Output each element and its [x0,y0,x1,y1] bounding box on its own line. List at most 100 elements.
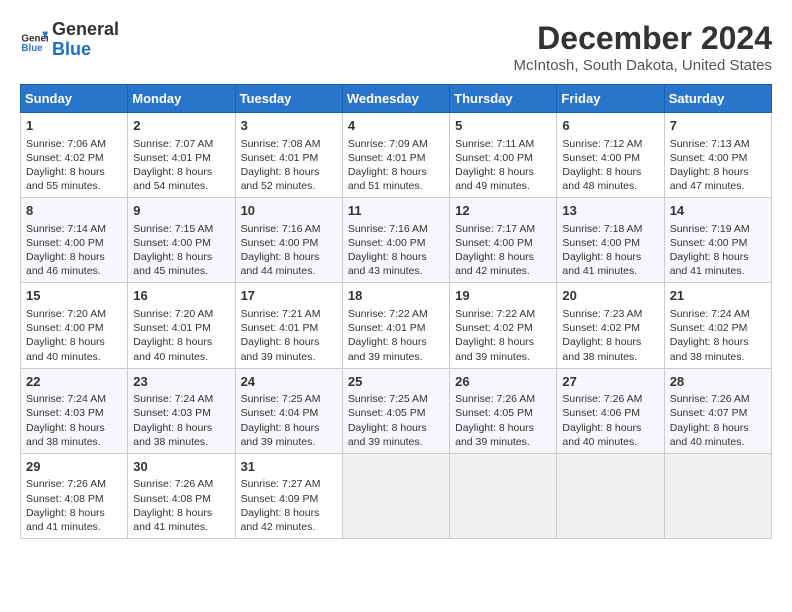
daylight-label: Daylight: 8 hours and 41 minutes. [670,251,749,277]
cell-content: 16 Sunrise: 7:20 AM Sunset: 4:01 PM Dayl… [133,287,229,363]
cell-content: 20 Sunrise: 7:23 AM Sunset: 4:02 PM Dayl… [562,287,658,363]
calendar-cell: 19 Sunrise: 7:22 AM Sunset: 4:02 PM Dayl… [450,283,557,368]
sunset-label: Sunset: 4:01 PM [133,322,211,334]
calendar-cell: 4 Sunrise: 7:09 AM Sunset: 4:01 PM Dayli… [342,113,449,198]
day-number: 6 [562,117,658,135]
daylight-label: Daylight: 8 hours and 39 minutes. [455,336,534,362]
day-number: 5 [455,117,551,135]
calendar-week-row: 29 Sunrise: 7:26 AM Sunset: 4:08 PM Dayl… [21,453,772,538]
cell-content: 7 Sunrise: 7:13 AM Sunset: 4:00 PM Dayli… [670,117,766,193]
sunrise-label: Sunrise: 7:24 AM [26,393,106,405]
calendar-cell: 5 Sunrise: 7:11 AM Sunset: 4:00 PM Dayli… [450,113,557,198]
sunrise-label: Sunrise: 7:23 AM [562,308,642,320]
sunset-label: Sunset: 4:00 PM [348,237,426,249]
sunset-label: Sunset: 4:06 PM [562,407,640,419]
sunrise-label: Sunrise: 7:11 AM [455,138,534,150]
calendar-week-row: 15 Sunrise: 7:20 AM Sunset: 4:00 PM Dayl… [21,283,772,368]
cell-content: 28 Sunrise: 7:26 AM Sunset: 4:07 PM Dayl… [670,373,766,449]
day-number: 22 [26,373,122,391]
sunset-label: Sunset: 4:00 PM [26,237,104,249]
sunset-label: Sunset: 4:03 PM [26,407,104,419]
sunrise-label: Sunrise: 7:20 AM [26,308,106,320]
daylight-label: Daylight: 8 hours and 49 minutes. [455,166,534,192]
calendar-cell: 15 Sunrise: 7:20 AM Sunset: 4:00 PM Dayl… [21,283,128,368]
cell-content: 1 Sunrise: 7:06 AM Sunset: 4:02 PM Dayli… [26,117,122,193]
sunset-label: Sunset: 4:02 PM [562,322,640,334]
cell-content: 8 Sunrise: 7:14 AM Sunset: 4:00 PM Dayli… [26,202,122,278]
day-number: 18 [348,287,444,305]
sunset-label: Sunset: 4:00 PM [562,237,640,249]
calendar-cell: 29 Sunrise: 7:26 AM Sunset: 4:08 PM Dayl… [21,453,128,538]
sunrise-label: Sunrise: 7:12 AM [562,138,642,150]
calendar-cell: 2 Sunrise: 7:07 AM Sunset: 4:01 PM Dayli… [128,113,235,198]
daylight-label: Daylight: 8 hours and 38 minutes. [670,336,749,362]
cell-content: 22 Sunrise: 7:24 AM Sunset: 4:03 PM Dayl… [26,373,122,449]
cell-content: 11 Sunrise: 7:16 AM Sunset: 4:00 PM Dayl… [348,202,444,278]
sunset-label: Sunset: 4:07 PM [670,407,748,419]
sunrise-label: Sunrise: 7:08 AM [241,138,321,150]
sunset-label: Sunset: 4:02 PM [455,322,533,334]
sunset-label: Sunset: 4:01 PM [241,152,319,164]
sunset-label: Sunset: 4:05 PM [455,407,533,419]
sunrise-label: Sunrise: 7:26 AM [133,478,213,490]
daylight-label: Daylight: 8 hours and 45 minutes. [133,251,212,277]
daylight-label: Daylight: 8 hours and 39 minutes. [348,422,427,448]
daylight-label: Daylight: 8 hours and 51 minutes. [348,166,427,192]
daylight-label: Daylight: 8 hours and 39 minutes. [241,422,320,448]
sunrise-label: Sunrise: 7:16 AM [348,223,428,235]
calendar-cell: 20 Sunrise: 7:23 AM Sunset: 4:02 PM Dayl… [557,283,664,368]
sunrise-label: Sunrise: 7:27 AM [241,478,321,490]
daylight-label: Daylight: 8 hours and 43 minutes. [348,251,427,277]
daylight-label: Daylight: 8 hours and 38 minutes. [562,336,641,362]
cell-content: 5 Sunrise: 7:11 AM Sunset: 4:00 PM Dayli… [455,117,551,193]
day-number: 31 [241,458,337,476]
cell-content: 2 Sunrise: 7:07 AM Sunset: 4:01 PM Dayli… [133,117,229,193]
day-number: 7 [670,117,766,135]
calendar-cell: 7 Sunrise: 7:13 AM Sunset: 4:00 PM Dayli… [664,113,771,198]
cell-content: 19 Sunrise: 7:22 AM Sunset: 4:02 PM Dayl… [455,287,551,363]
day-number: 20 [562,287,658,305]
cell-content: 9 Sunrise: 7:15 AM Sunset: 4:00 PM Dayli… [133,202,229,278]
page-header: General Blue General Blue December 2024 … [20,20,772,74]
sunrise-label: Sunrise: 7:06 AM [26,138,106,150]
daylight-label: Daylight: 8 hours and 40 minutes. [26,336,105,362]
cell-content: 30 Sunrise: 7:26 AM Sunset: 4:08 PM Dayl… [133,458,229,534]
calendar-cell [557,453,664,538]
calendar-cell: 26 Sunrise: 7:26 AM Sunset: 4:05 PM Dayl… [450,368,557,453]
col-monday: Monday [128,85,235,113]
sunrise-label: Sunrise: 7:25 AM [241,393,321,405]
day-number: 24 [241,373,337,391]
day-number: 23 [133,373,229,391]
calendar-cell: 13 Sunrise: 7:18 AM Sunset: 4:00 PM Dayl… [557,198,664,283]
logo: General Blue General Blue [20,20,119,60]
sunrise-label: Sunrise: 7:09 AM [348,138,428,150]
day-number: 13 [562,202,658,220]
cell-content: 6 Sunrise: 7:12 AM Sunset: 4:00 PM Dayli… [562,117,658,193]
location-title: McIntosh, South Dakota, United States [514,57,772,74]
cell-content: 21 Sunrise: 7:24 AM Sunset: 4:02 PM Dayl… [670,287,766,363]
cell-content: 14 Sunrise: 7:19 AM Sunset: 4:00 PM Dayl… [670,202,766,278]
sunrise-label: Sunrise: 7:18 AM [562,223,642,235]
day-number: 28 [670,373,766,391]
cell-content: 25 Sunrise: 7:25 AM Sunset: 4:05 PM Dayl… [348,373,444,449]
sunset-label: Sunset: 4:02 PM [670,322,748,334]
sunset-label: Sunset: 4:05 PM [348,407,426,419]
sunset-label: Sunset: 4:03 PM [133,407,211,419]
day-number: 3 [241,117,337,135]
daylight-label: Daylight: 8 hours and 52 minutes. [241,166,320,192]
sunrise-label: Sunrise: 7:14 AM [26,223,106,235]
day-number: 26 [455,373,551,391]
sunset-label: Sunset: 4:01 PM [133,152,211,164]
col-tuesday: Tuesday [235,85,342,113]
sunrise-label: Sunrise: 7:22 AM [455,308,535,320]
sunset-label: Sunset: 4:01 PM [348,322,426,334]
calendar-cell: 28 Sunrise: 7:26 AM Sunset: 4:07 PM Dayl… [664,368,771,453]
sunset-label: Sunset: 4:00 PM [455,237,533,249]
sunset-label: Sunset: 4:00 PM [562,152,640,164]
sunrise-label: Sunrise: 7:07 AM [133,138,213,150]
calendar-cell [342,453,449,538]
cell-content: 31 Sunrise: 7:27 AM Sunset: 4:09 PM Dayl… [241,458,337,534]
sunset-label: Sunset: 4:08 PM [133,493,211,505]
cell-content: 15 Sunrise: 7:20 AM Sunset: 4:00 PM Dayl… [26,287,122,363]
day-number: 14 [670,202,766,220]
